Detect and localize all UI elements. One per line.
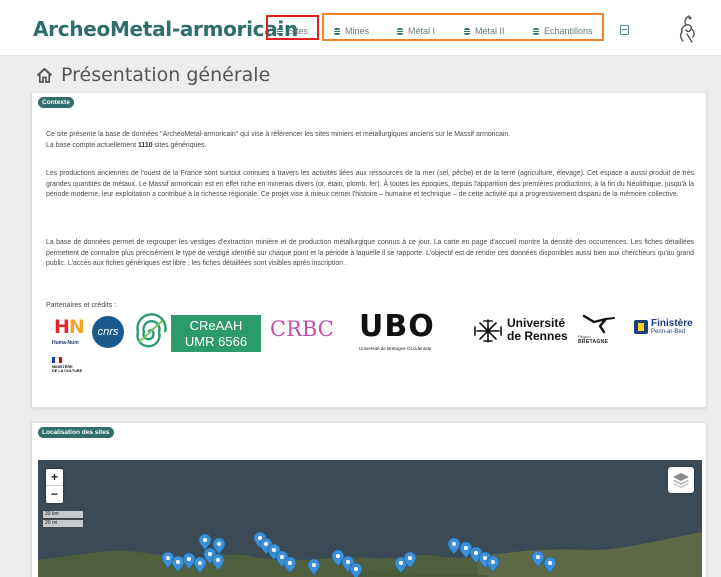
highlight-box-sites bbox=[266, 15, 319, 40]
site-markers bbox=[161, 531, 557, 577]
intro-line-1: Ce site présente la base de données "Arc… bbox=[46, 131, 511, 138]
rennes-mark-icon bbox=[474, 319, 502, 343]
scale-km: 30 km bbox=[42, 511, 84, 519]
rennes-line-2: de Rennes bbox=[507, 329, 568, 343]
ubo-caption: Université de Bretagne Occidentale bbox=[359, 346, 432, 351]
context-card: Contexte Ce site présente la base de don… bbox=[31, 92, 707, 408]
intro-line-2: La base compte actuellement 1110 sites g… bbox=[46, 141, 694, 152]
region-bretagne-logo[interactable]: Région BRETAGNE bbox=[570, 313, 628, 351]
layers-button[interactable] bbox=[668, 467, 694, 493]
context-paragraph-1: Les productions anciennes de l'ouest de … bbox=[46, 170, 694, 199]
universite-rennes-logo[interactable]: Université de Rennes bbox=[507, 317, 568, 343]
site-count: 1110 bbox=[137, 141, 153, 149]
scale-mi: 20 mi bbox=[42, 520, 84, 528]
creaah-logo[interactable]: CReAAH UMR 6566 bbox=[171, 315, 261, 352]
finistere-subtitle: Penn-ar-Bed bbox=[651, 329, 686, 335]
ubo-logo[interactable]: UBO Université de Bretagne Occidentale bbox=[359, 309, 464, 353]
crbc-text: CRBC bbox=[270, 317, 334, 341]
creaah-line-1: CReAAH bbox=[189, 318, 243, 333]
finistere-name: Finistère bbox=[651, 318, 693, 329]
ubo-letters: UBO bbox=[359, 309, 435, 344]
ministere-line-2: DE LA CULTURE bbox=[52, 369, 83, 374]
home-icon bbox=[36, 67, 53, 83]
crbc-logo[interactable]: CRBC bbox=[270, 317, 334, 341]
finistere-logo[interactable]: Finistère Penn-ar-Bed bbox=[634, 319, 693, 335]
ministere-culture-logo[interactable]: MINISTÈRE DE LA CULTURE bbox=[52, 357, 82, 397]
site-marker[interactable] bbox=[307, 558, 321, 576]
site-brand[interactable]: ArcheoMetal-armoricain bbox=[33, 17, 298, 41]
zoom-control: + − bbox=[46, 469, 63, 503]
site-marker[interactable] bbox=[211, 553, 225, 571]
sites-map[interactable]: + − 30 km 20 mi bbox=[38, 460, 702, 577]
page-title-text: Présentation générale bbox=[61, 64, 271, 86]
context-paragraph-2: La base de données permet de regrouper l… bbox=[46, 239, 694, 268]
site-marker[interactable] bbox=[198, 533, 212, 551]
layers-icon bbox=[673, 473, 689, 488]
top-navbar: ArcheoMetal-armoricain Sites Mines Métal… bbox=[0, 0, 721, 56]
site-marker[interactable] bbox=[543, 556, 557, 574]
site-marker[interactable] bbox=[283, 556, 297, 574]
zoom-in-button[interactable]: + bbox=[46, 469, 63, 486]
cnrs-logo[interactable]: cnrs bbox=[92, 316, 124, 348]
site-marker[interactable] bbox=[182, 552, 196, 570]
context-badge: Contexte bbox=[38, 97, 74, 108]
site-marker[interactable] bbox=[193, 556, 207, 574]
intro-line-2-suffix: sites génériques. bbox=[154, 141, 207, 149]
site-marker[interactable] bbox=[531, 550, 545, 568]
partners-label: Partenaires et crédits : bbox=[46, 302, 117, 309]
zoom-out-button[interactable]: − bbox=[46, 486, 63, 503]
bretagne-caption: BRETAGNE bbox=[578, 339, 609, 345]
site-marker[interactable] bbox=[459, 541, 473, 559]
page-title: Présentation générale bbox=[36, 62, 270, 88]
finistere-flag-icon bbox=[634, 320, 648, 334]
highlight-box-databases bbox=[322, 13, 604, 41]
creaah-spiral-logo[interactable] bbox=[132, 313, 170, 351]
huma-num-letters: HN bbox=[54, 316, 85, 338]
site-logo-icon[interactable] bbox=[675, 14, 699, 44]
intro-text: Ce site présente la base de données "Arc… bbox=[46, 130, 694, 151]
french-flag-icon bbox=[52, 357, 62, 363]
huma-num-caption: Huma-Num bbox=[52, 340, 79, 346]
site-marker[interactable] bbox=[171, 555, 185, 573]
map-scale: 30 km 20 mi bbox=[42, 511, 84, 529]
map-card: Localisation des sites + − 30 km 20 mi bbox=[31, 422, 707, 577]
intro-line-2-prefix: La base compte actuellement bbox=[46, 141, 137, 149]
bretagne-mark-icon bbox=[582, 314, 615, 334]
sign-in-icon[interactable] bbox=[620, 25, 629, 35]
map-badge: Localisation des sites bbox=[38, 427, 114, 438]
site-marker[interactable] bbox=[447, 537, 461, 555]
huma-num-logo[interactable]: HN Huma-Num bbox=[52, 316, 85, 348]
site-marker[interactable] bbox=[349, 562, 363, 577]
creaah-line-2: UMR 6566 bbox=[184, 334, 248, 349]
site-marker[interactable] bbox=[486, 555, 500, 573]
